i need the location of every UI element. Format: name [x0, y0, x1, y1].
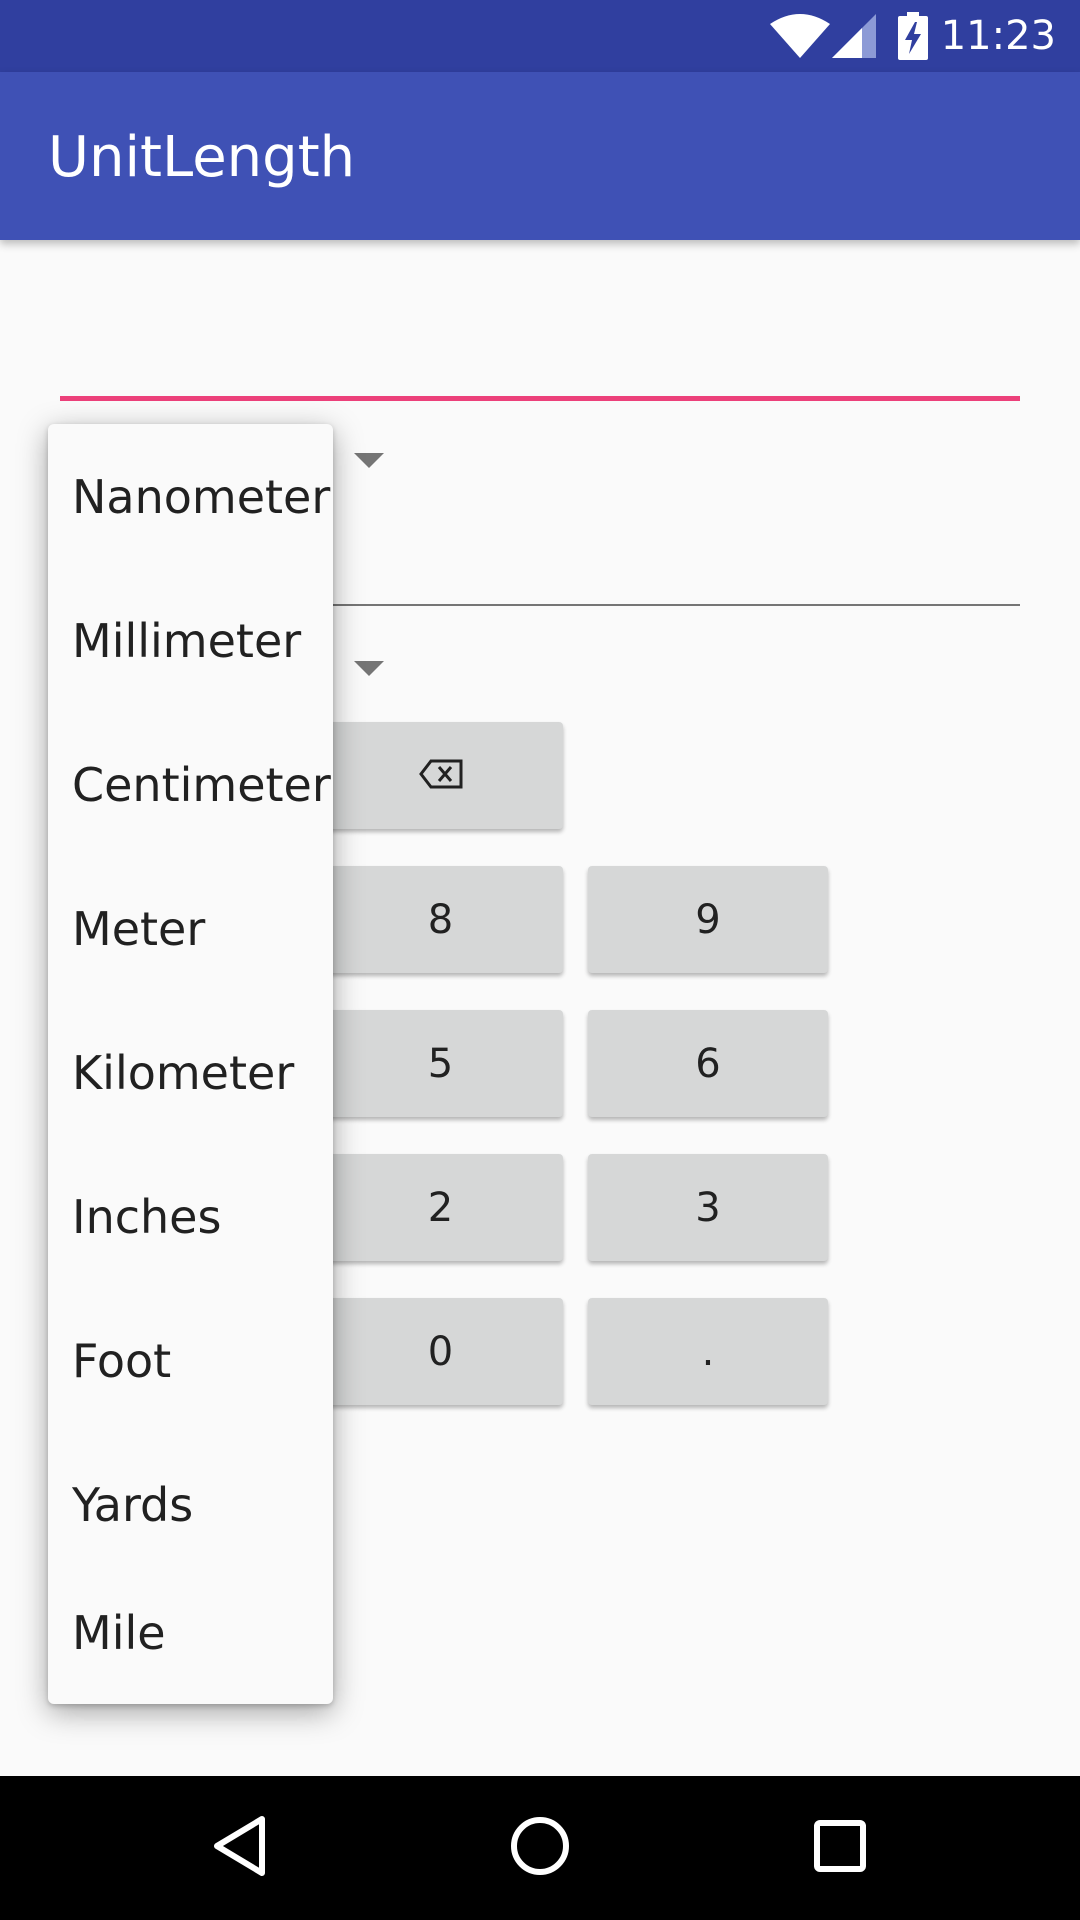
- backspace-icon: [418, 753, 463, 799]
- key-decimal[interactable]: .: [588, 1298, 828, 1405]
- key-8[interactable]: 8: [318, 866, 563, 973]
- dropdown-item-foot[interactable]: Foot: [48, 1289, 333, 1433]
- input-field[interactable]: [60, 396, 1020, 401]
- dropdown-item-inches[interactable]: Inches: [48, 1145, 333, 1289]
- key-5[interactable]: 5: [318, 1010, 563, 1117]
- dropdown-item-centimeter[interactable]: Centimeter: [48, 713, 333, 857]
- dropdown-item-kilometer[interactable]: Kilometer: [48, 1001, 333, 1145]
- to-unit-spinner-arrow-icon[interactable]: [354, 661, 384, 676]
- backspace-button[interactable]: [318, 722, 563, 829]
- unit-dropdown-menu: Nanometer Millimeter Centimeter Meter Ki…: [48, 424, 333, 1704]
- dropdown-item-yards[interactable]: Yards: [48, 1433, 333, 1577]
- app-title: UnitLength: [48, 125, 356, 190]
- recents-icon: [814, 1819, 866, 1877]
- from-unit-spinner-arrow-icon[interactable]: [354, 453, 384, 468]
- battery-charging-icon: [898, 12, 928, 65]
- home-icon: [510, 1816, 570, 1881]
- signal-icon: [832, 14, 876, 63]
- dropdown-item-nanometer[interactable]: Nanometer: [48, 425, 333, 569]
- recents-button[interactable]: [760, 1776, 920, 1920]
- key-9[interactable]: 9: [588, 866, 828, 973]
- key-3[interactable]: 3: [588, 1154, 828, 1261]
- status-bar: 11:23: [0, 0, 1080, 72]
- dropdown-item-mile[interactable]: Mile: [48, 1561, 333, 1705]
- dropdown-item-meter[interactable]: Meter: [48, 857, 333, 1001]
- navigation-bar: [0, 1776, 1080, 1920]
- app-bar: UnitLength: [0, 72, 1080, 240]
- dropdown-item-millimeter[interactable]: Millimeter: [48, 569, 333, 713]
- status-time: 11:23: [940, 13, 1056, 59]
- back-button[interactable]: [160, 1776, 320, 1920]
- back-icon: [212, 1815, 268, 1882]
- key-6[interactable]: 6: [588, 1010, 828, 1117]
- key-0[interactable]: 0: [318, 1298, 563, 1405]
- wifi-icon: [770, 12, 830, 63]
- key-2[interactable]: 2: [318, 1154, 563, 1261]
- home-button[interactable]: [460, 1776, 620, 1920]
